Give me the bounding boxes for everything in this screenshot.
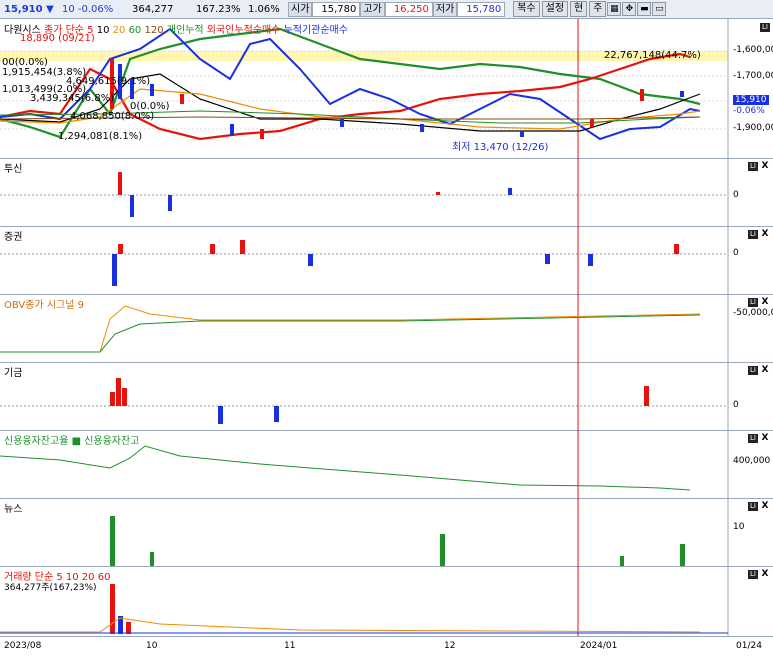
x-axis: 2023/08 10 11 12 2024/01 01/24 xyxy=(0,636,773,656)
x-label-1: 10 xyxy=(146,641,158,651)
stock-button[interactable]: 주 xyxy=(589,1,607,17)
legend-individual: 개인누적 xyxy=(166,25,204,36)
low-value: 15,780 xyxy=(457,1,506,17)
trust-chart xyxy=(0,158,729,226)
pane-controls[interactable]: LI xyxy=(758,21,770,32)
close-icon: X xyxy=(761,433,769,443)
legend-stock-name: 다원시스 xyxy=(4,25,41,36)
pension-axis: 0 xyxy=(733,400,739,410)
legend-ma10: 10 xyxy=(96,25,110,36)
annotation-6: 1,294,081(8.1%) xyxy=(58,131,143,142)
high-label: 고가 xyxy=(360,1,385,17)
x-label-2: 11 xyxy=(284,641,296,651)
price-axis-2: -1,700,00 xyxy=(733,71,773,81)
legend-institution: 누적기관순매수 xyxy=(283,25,348,36)
annotation-4: 3,439,345(6.8%) xyxy=(30,93,115,104)
candles xyxy=(110,59,684,139)
x-label-0: 2023/08 xyxy=(4,641,42,651)
current-button[interactable]: 현 xyxy=(570,1,588,17)
volume-rate: 167.23% xyxy=(196,3,241,15)
close-icon: X xyxy=(761,161,769,171)
legend-ma120: 120 xyxy=(144,25,164,36)
volume: 364,277 xyxy=(132,3,174,15)
move-icon[interactable]: ✥ xyxy=(622,2,637,16)
securities-chart xyxy=(0,226,729,294)
price-legend: 다원시스 종가 단순 5 10 20 60 120 개인누적 외국인누적순매수 … xyxy=(4,21,348,36)
right-annotation: 22,767,148(44.7%) xyxy=(604,50,701,61)
price-tag: 15,910 xyxy=(733,95,769,105)
li-icon: LI xyxy=(748,162,758,171)
price-axis-1: -1,600,00 xyxy=(733,45,773,55)
grid-icon[interactable]: ▦ xyxy=(607,2,622,16)
close-icon: X xyxy=(761,501,769,511)
news-pane: 뉴스 LI X 10 xyxy=(0,498,773,567)
securities-axis: 0 xyxy=(733,248,739,258)
news-chart xyxy=(110,498,729,566)
trust-pane: 투신 LI X 0 xyxy=(0,158,773,227)
credit-pane: 신용융자잔고율 ■ 신용융자잔고 LI X 400,000 xyxy=(0,430,773,499)
pension-chart xyxy=(0,362,729,430)
high-value: 16,250 xyxy=(384,1,433,17)
quote-bar: 15,910 ▼ 10 -0.06% 364,277 167.23% 1.06%… xyxy=(0,0,773,19)
x-label-4: 2024/01 xyxy=(580,641,618,651)
obv-chart xyxy=(0,294,729,362)
credit-title: 신용융자잔고율 ■ 신용융자잔고 xyxy=(4,436,140,447)
pension-title: 기금 xyxy=(4,368,23,379)
news-title: 뉴스 xyxy=(4,504,23,515)
price-pane: 다원시스 종가 단순 5 10 20 60 120 개인누적 외국인누적순매수 … xyxy=(0,19,773,159)
obv-title: OBV종가 시그널 9 xyxy=(4,300,84,311)
low-annotation: 최저 13,470 (12/26) xyxy=(452,142,549,153)
window-icon[interactable]: ▭ xyxy=(652,2,667,16)
price-change: 10 -0.06% xyxy=(62,3,114,15)
legend-ma60: 60 xyxy=(128,25,142,36)
low-label: 저가 xyxy=(432,1,458,17)
trust-axis: 0 xyxy=(733,190,739,200)
pension-pane: 기금 LI X 0 xyxy=(0,362,773,431)
annotation-7: 0(0.0%) xyxy=(130,101,170,112)
news-axis: 10 xyxy=(733,522,745,532)
securities-pane: 증권 LI X 0 xyxy=(0,226,773,295)
multi-button[interactable]: 복수 xyxy=(513,1,540,17)
volume-pane: 거래량 단순 5 10 20 60 364,277주(167,23%) LI X xyxy=(0,566,773,636)
settings-button[interactable]: 설정 xyxy=(541,1,569,17)
turnover: 1.06% xyxy=(248,3,280,15)
volume-chart xyxy=(0,566,729,636)
credit-axis: 400,000 xyxy=(733,456,771,466)
open-label: 시가 xyxy=(288,1,313,17)
minimize-icon[interactable]: ▬ xyxy=(637,2,652,16)
x-label-3: 12 xyxy=(444,641,456,651)
change-tag: -0.06% xyxy=(733,106,765,116)
legend-ma20: 20 xyxy=(112,25,126,36)
close-icon: X xyxy=(761,569,769,579)
x-label-5: 01/24 xyxy=(736,641,762,651)
securities-title: 증권 xyxy=(4,232,23,243)
obv-pane: OBV종가 시그널 9 LIX -50,000,00 xyxy=(0,294,773,363)
close-icon: X xyxy=(761,297,769,307)
price-axis-4: -1,900,00 xyxy=(733,123,773,133)
annotation-5: 4,068,850(8.0%) xyxy=(70,111,155,122)
volume-title: 거래량 단순 5 10 20 60 xyxy=(4,572,111,583)
open-value: 15,780 xyxy=(312,1,361,17)
legend-foreign: 외국인누적순매수 xyxy=(206,25,281,36)
trust-title: 투신 xyxy=(4,164,23,175)
close-icon: X xyxy=(761,229,769,239)
legend-ma5: 종가 단순 5 xyxy=(44,25,94,36)
obv-axis: -50,000,00 xyxy=(733,308,773,318)
current-price: 15,910 ▼ xyxy=(4,3,54,15)
li-icon: LI xyxy=(760,23,770,32)
close-icon: X xyxy=(761,365,769,375)
